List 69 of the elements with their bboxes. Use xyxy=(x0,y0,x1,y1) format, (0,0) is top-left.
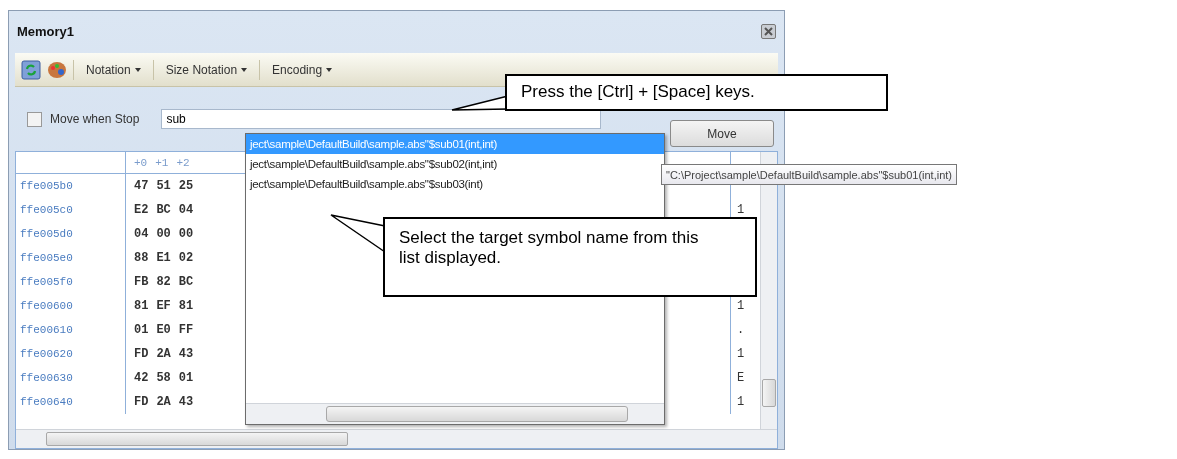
menu-button[interactable]: Notation xyxy=(80,60,147,79)
byte-cell: FF xyxy=(178,323,194,337)
byte-cell: E0 xyxy=(156,323,171,337)
byte-cell: 58 xyxy=(156,371,171,385)
byte-cell: FD xyxy=(134,395,149,409)
menu-button[interactable]: Encoding xyxy=(266,60,339,79)
symbol-list-item[interactable]: ject\sample\DefaultBuild\sample.abs"$sub02(int,int) xyxy=(246,154,664,174)
byte-cell: E1 xyxy=(156,251,171,265)
menu-button[interactable]: Size Notation xyxy=(159,60,254,79)
byte-cell: FB xyxy=(134,275,149,289)
byte-cell: E2 xyxy=(134,203,149,217)
column-header: +0 xyxy=(134,156,148,169)
close-icon[interactable] xyxy=(761,23,776,39)
symbol-list-item[interactable]: ject\sample\DefaultBuild\sample.abs"$sub03(int) xyxy=(246,174,664,194)
byte-cell: 81 xyxy=(134,299,149,313)
byte-cell: 51 xyxy=(156,179,171,193)
caret-icon xyxy=(134,67,141,72)
ascii-cell: 1 xyxy=(737,347,745,361)
address-cell: ffe00620 xyxy=(16,342,126,366)
byte-cell: 47 xyxy=(134,179,149,193)
byte-cell: FD xyxy=(134,347,149,361)
address-cell: ffe005f0 xyxy=(16,270,126,294)
address-cell: ffe005c0 xyxy=(16,198,126,222)
caret-icon xyxy=(326,67,333,72)
byte-cell: 81 xyxy=(178,299,194,313)
byte-cell: 01 xyxy=(178,371,194,385)
byte-cell: 2A xyxy=(156,395,171,409)
byte-cell: 43 xyxy=(178,347,194,361)
window-title: Memory1 xyxy=(17,23,75,39)
palette-icon[interactable] xyxy=(47,59,67,80)
address-cell: ffe00630 xyxy=(16,366,126,390)
byte-cell: EF xyxy=(156,299,171,313)
address-cell: ffe005d0 xyxy=(16,222,126,246)
caret-icon xyxy=(241,67,248,72)
byte-cell: 00 xyxy=(156,227,171,241)
refresh-icon[interactable] xyxy=(21,59,41,80)
byte-cell: 2A xyxy=(156,347,171,361)
ascii-cell: . xyxy=(737,323,745,337)
checkbox[interactable] xyxy=(27,111,42,127)
checkbox-label: Move when Stop xyxy=(50,112,140,126)
callout: Select the target symbol name from this list displayed. xyxy=(383,217,757,297)
callout: Press the [Ctrl] + [Space] keys. xyxy=(505,74,888,111)
ascii-cell: 1 xyxy=(737,299,745,313)
address-cell: ffe005e0 xyxy=(16,246,126,270)
move-button[interactable]: Move xyxy=(670,120,774,147)
address-cell: ffe00640 xyxy=(16,390,126,414)
byte-cell: 88 xyxy=(134,251,149,265)
column-header: +1 xyxy=(155,156,169,169)
byte-cell: 04 xyxy=(178,203,194,217)
byte-cell: 82 xyxy=(156,275,171,289)
horizontal-scrollbar[interactable] xyxy=(16,429,777,448)
byte-cell: 00 xyxy=(178,227,194,241)
address-cell: ffe00610 xyxy=(16,318,126,342)
address-cell: ffe00600 xyxy=(16,294,126,318)
byte-cell: 25 xyxy=(178,179,194,193)
tooltip: "C:\Project\sample\DefaultBuild\sample.abs"$sub01(int,int) xyxy=(661,164,957,185)
byte-cell: 04 xyxy=(134,227,149,241)
ascii-cell: E xyxy=(737,371,745,385)
byte-cell: 01 xyxy=(134,323,149,337)
ascii-cell: 1 xyxy=(737,395,745,409)
column-header: +2 xyxy=(176,156,190,169)
horizontal-scrollbar[interactable] xyxy=(246,403,664,424)
byte-cell: 42 xyxy=(134,371,149,385)
byte-cell: 43 xyxy=(178,395,194,409)
byte-cell: BC xyxy=(156,203,171,217)
byte-cell: BC xyxy=(178,275,194,289)
address-cell: ffe005b0 xyxy=(16,174,126,198)
ascii-cell: 1 xyxy=(737,203,745,217)
byte-cell: 02 xyxy=(178,251,194,265)
